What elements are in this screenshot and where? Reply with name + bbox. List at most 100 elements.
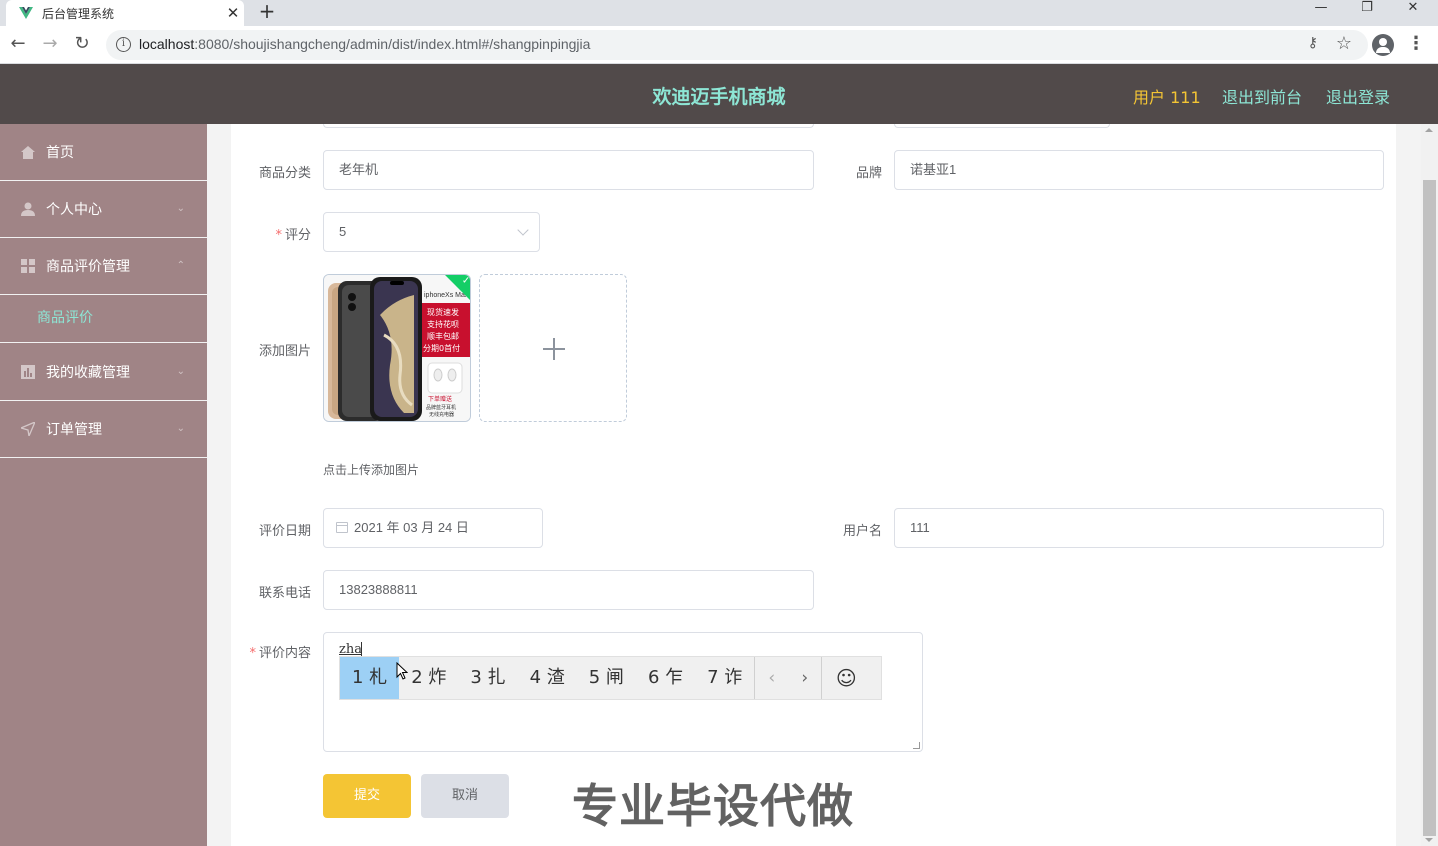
ime-candidate[interactable]: 1 札 xyxy=(340,657,400,699)
rating-label-text: 评分 xyxy=(284,228,311,243)
scroll-up-icon[interactable] xyxy=(1425,128,1433,132)
ime-candidate[interactable]: 5 闸 xyxy=(577,657,636,699)
logout-link[interactable]: 退出登录 xyxy=(1326,84,1390,108)
calendar-icon xyxy=(336,522,348,533)
page-scrollbar[interactable] xyxy=(1421,124,1438,846)
sidebar-item-personal-center[interactable]: 个人中心 ⌄ xyxy=(0,181,207,238)
phone-product-image: iphoneXs Max 现货速发 支持花呗 顺丰包邮 分期0首付 下单赠送 品… xyxy=(324,275,470,421)
sidebar: 首页 个人中心 ⌄ 商品评价管理 ⌃ 商品评价 我的收藏管理 ⌄ 订单管理 ⌄ xyxy=(0,124,207,846)
forward-icon[interactable]: → xyxy=(38,33,62,57)
date-value: 2021 年 03 月 24 日 xyxy=(354,520,469,535)
vue-logo-icon xyxy=(19,7,33,19)
scrolled-input-edge xyxy=(323,124,814,128)
sidebar-item-review-management[interactable]: 商品评价管理 ⌃ xyxy=(0,238,207,295)
browser-menu-icon[interactable]: ⋮ xyxy=(1406,32,1426,58)
browser-tab[interactable]: 后台管理系统 ✕ xyxy=(6,0,244,26)
required-mark: * xyxy=(275,228,282,243)
tab-close-icon[interactable]: ✕ xyxy=(222,4,244,22)
uploaded-image-thumbnail[interactable]: iphoneXs Max 现货速发 支持花呗 顺丰包邮 分期0首付 下单赠送 品… xyxy=(323,274,471,422)
username-input[interactable]: 111 xyxy=(894,508,1384,548)
rating-select[interactable]: 5 xyxy=(323,212,540,252)
url-path: :8080/shoujishangcheng/admin/dist/index.… xyxy=(194,36,591,52)
rating-value: 5 xyxy=(339,224,347,239)
key-icon[interactable]: ⚷ xyxy=(1308,35,1318,51)
chevron-up-icon: ⌃ xyxy=(176,260,185,271)
back-icon[interactable]: ← xyxy=(6,33,30,57)
bookmark-star-icon[interactable]: ☆ xyxy=(1336,33,1352,54)
scrolled-input-edge xyxy=(894,124,1110,128)
submit-button[interactable]: 提交 xyxy=(323,774,411,818)
content-label-text: 评价内容 xyxy=(258,646,311,661)
thumb-promo-sub: 品牌蓝牙耳机 xyxy=(426,404,456,411)
phone-input[interactable]: 13823888811 xyxy=(323,570,814,610)
emoji-icon[interactable]: ☺ xyxy=(822,666,870,690)
category-input[interactable]: 老年机 xyxy=(323,150,814,190)
date-label: 评价日期 xyxy=(258,524,311,539)
send-icon xyxy=(20,421,36,437)
mouse-cursor-icon xyxy=(396,662,408,680)
sidebar-item-label: 订单管理 xyxy=(46,422,102,438)
sidebar-item-label: 商品评价管理 xyxy=(46,259,130,275)
ime-candidate-bar: 1 札 2 炸 3 扎 4 渣 5 闸 6 乍 7 诈 ‹ › ☺ xyxy=(339,656,882,700)
chevron-down-icon: ⌄ xyxy=(176,423,185,434)
category-label: 商品分类 xyxy=(258,166,311,181)
browser-tab-strip: 后台管理系统 ✕ + — ❐ ✕ xyxy=(0,0,1438,26)
restore-button[interactable]: ❐ xyxy=(1344,0,1390,18)
username-label: 用户名 xyxy=(842,524,882,539)
back-to-front-link[interactable]: 退出到前台 xyxy=(1222,84,1302,108)
content-label: * 评价内容 xyxy=(231,642,311,661)
chart-icon xyxy=(20,364,36,380)
ime-next-page-icon[interactable]: › xyxy=(788,668,821,688)
thumb-line-3: 顺丰包邮 xyxy=(427,331,459,341)
image-label: 添加图片 xyxy=(258,344,311,359)
sidebar-item-order-management[interactable]: 订单管理 ⌄ xyxy=(0,401,207,458)
home-icon xyxy=(20,144,36,160)
sidebar-subitem-reviews[interactable]: 商品评价 xyxy=(0,294,207,343)
scroll-down-icon[interactable] xyxy=(1425,838,1433,842)
ime-candidate[interactable]: 2 炸 xyxy=(399,657,458,699)
resize-handle[interactable] xyxy=(913,742,920,749)
thumb-line-1: 现货速发 xyxy=(427,307,459,317)
browser-toolbar: ← → ↻ i localhost:8080/shoujishangcheng/… xyxy=(0,26,1438,64)
reload-icon[interactable]: ↻ xyxy=(70,33,94,57)
url-host: localhost xyxy=(139,36,195,52)
sidebar-item-label: 我的收藏管理 xyxy=(46,365,130,381)
profile-icon[interactable] xyxy=(1372,34,1394,56)
user-icon xyxy=(20,201,36,217)
scrollbar-thumb[interactable] xyxy=(1423,180,1436,836)
watermark-text: 专业毕设代做 xyxy=(572,779,854,833)
ime-candidate[interactable]: 7 诈 xyxy=(695,657,754,699)
app-header: 欢迪迈手机商城 用户 111 退出到前台 退出登录 xyxy=(0,64,1438,124)
thumb-promo-sub2: 无线充电器 xyxy=(429,411,454,418)
cancel-button[interactable]: 取消 xyxy=(421,774,509,818)
window-close-button[interactable]: ✕ xyxy=(1390,0,1436,18)
minimize-button[interactable]: — xyxy=(1298,0,1344,18)
chevron-down-icon: ⌄ xyxy=(176,203,185,214)
ime-candidate[interactable]: 4 渣 xyxy=(518,657,577,699)
tab-title: 后台管理系统 xyxy=(42,6,115,21)
date-picker-input[interactable]: 2021 年 03 月 24 日 xyxy=(323,508,543,548)
add-image-button[interactable] xyxy=(479,274,627,422)
ime-candidate[interactable]: 3 扎 xyxy=(458,657,517,699)
sidebar-item-favorites-management[interactable]: 我的收藏管理 ⌄ xyxy=(0,344,207,401)
text-caret xyxy=(361,642,362,657)
grid-icon xyxy=(20,258,36,274)
sidebar-item-label: 首页 xyxy=(46,145,74,161)
thumb-line-4: 分期0首付 xyxy=(423,343,460,353)
rating-label: * 评分 xyxy=(231,224,311,243)
ime-candidate[interactable]: 6 乍 xyxy=(636,657,695,699)
brand-input[interactable]: 诺基亚1 xyxy=(894,150,1384,190)
upload-tip: 点击上传添加图片 xyxy=(323,463,420,477)
chevron-down-icon: ⌄ xyxy=(176,366,185,377)
site-info-icon[interactable]: i xyxy=(116,37,131,52)
sidebar-item-home[interactable]: 首页 xyxy=(0,124,207,181)
chevron-down-icon xyxy=(517,224,529,236)
brand-label: 品牌 xyxy=(855,166,882,181)
new-tab-button[interactable]: + xyxy=(254,0,280,24)
url-text[interactable]: localhost:8080/shoujishangcheng/admin/di… xyxy=(139,36,590,52)
current-user: 用户 111 xyxy=(1133,88,1201,107)
address-bar[interactable]: i localhost:8080/shoujishangcheng/admin/… xyxy=(106,30,1368,60)
sidebar-item-label: 个人中心 xyxy=(46,202,102,218)
ime-prev-page-icon[interactable]: ‹ xyxy=(755,668,788,688)
required-mark: * xyxy=(249,646,256,661)
